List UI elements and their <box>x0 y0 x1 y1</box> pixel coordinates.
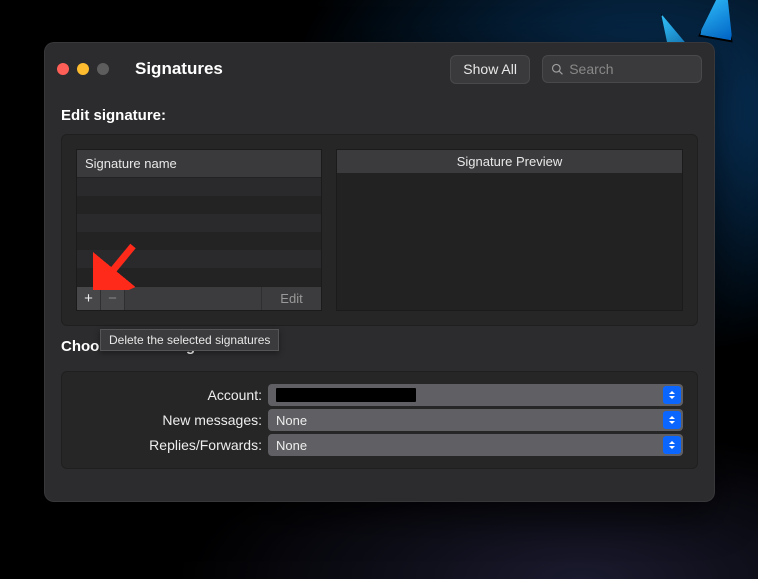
search-icon <box>551 62 563 76</box>
signature-list-header: Signature name <box>77 150 321 178</box>
list-item[interactable] <box>77 268 321 286</box>
account-label: Account: <box>76 387 268 403</box>
list-item[interactable] <box>77 178 321 196</box>
list-item[interactable] <box>77 214 321 232</box>
account-row: Account: <box>76 384 683 406</box>
replies-forwards-row: Replies/Forwards: None <box>76 434 683 456</box>
replies-forwards-value: None <box>276 438 307 453</box>
minimize-window-button[interactable] <box>77 63 89 75</box>
list-item[interactable] <box>77 232 321 250</box>
remove-signature-button[interactable]: − <box>101 287 125 310</box>
signature-preview-panel: Signature Preview <box>336 149 683 311</box>
dropdown-arrows-icon <box>663 436 681 454</box>
traffic-lights <box>57 63 115 75</box>
new-messages-row: New messages: None <box>76 409 683 431</box>
list-item[interactable] <box>77 196 321 214</box>
account-value-redacted <box>276 388 416 402</box>
window-title: Signatures <box>135 59 438 79</box>
dropdown-arrows-icon <box>663 411 681 429</box>
show-all-button[interactable]: Show All <box>450 55 530 84</box>
new-messages-select[interactable]: None <box>268 409 683 431</box>
replies-forwards-select[interactable]: None <box>268 434 683 456</box>
dropdown-arrows-icon <box>663 386 681 404</box>
default-signature-group: Account: New messages: None Replies/Forw… <box>61 371 698 469</box>
edit-signature-group: Signature name + − Edit <box>61 134 698 326</box>
remove-signature-tooltip: Delete the selected signatures <box>100 329 279 351</box>
signature-list: Signature name + − Edit <box>76 149 322 311</box>
add-signature-button[interactable]: + <box>77 287 101 310</box>
window-titlebar: Signatures Show All <box>45 43 714 95</box>
close-window-button[interactable] <box>57 63 69 75</box>
new-messages-label: New messages: <box>76 412 268 428</box>
signature-list-footer: + − Edit <box>77 286 321 310</box>
signature-preview-body <box>337 174 682 310</box>
new-messages-value: None <box>276 413 307 428</box>
list-item[interactable] <box>77 250 321 268</box>
zoom-window-button[interactable] <box>97 63 109 75</box>
signature-list-body[interactable] <box>77 178 321 286</box>
signatures-preferences-window: Signatures Show All Edit signature: Sign… <box>44 42 715 502</box>
edit-signature-button[interactable]: Edit <box>261 287 321 310</box>
search-field-container[interactable] <box>542 55 702 83</box>
replies-forwards-label: Replies/Forwards: <box>76 437 268 453</box>
edit-signature-label: Edit signature: <box>61 107 698 124</box>
search-input[interactable] <box>569 61 693 77</box>
signature-preview-header: Signature Preview <box>337 150 682 174</box>
account-select[interactable] <box>268 384 683 406</box>
